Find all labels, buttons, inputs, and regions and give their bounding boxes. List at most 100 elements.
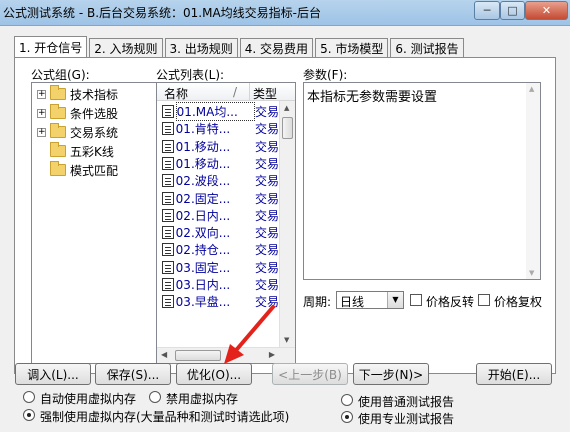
- tab-open-signal[interactable]: 1. 开仓信号: [14, 36, 88, 58]
- expand-icon[interactable]: +: [37, 108, 46, 118]
- tree-item-technical[interactable]: + 技术指标: [37, 85, 118, 103]
- formula-doc-icon: [162, 278, 174, 291]
- scroll-up-icon[interactable]: ▲: [284, 104, 289, 112]
- list-item-type: 交易: [254, 174, 279, 189]
- folder-icon: [50, 85, 66, 100]
- list-item[interactable]: 01.MA均... 交易: [157, 102, 279, 121]
- list-item[interactable]: 01.肯特... 交易: [157, 120, 279, 137]
- title-bar: 公式测试系统 - B.后台交易系统：01.MA均线交易指标-后台 ─ □ ✕: [0, 0, 570, 26]
- list-item-name: 02.波段...: [175, 174, 231, 189]
- tree-item-label: 交易系统: [70, 125, 119, 140]
- list-item-type: 交易: [254, 226, 279, 241]
- tree-item-pattern-match[interactable]: 模式匹配: [50, 161, 118, 179]
- list-item-name: 01.移动...: [175, 139, 231, 154]
- list-item-name: 02.日内...: [175, 208, 231, 223]
- list-item[interactable]: 02.双向... 交易: [157, 224, 279, 241]
- list-header: 名称 / 类型: [157, 83, 295, 101]
- chevron-down-icon[interactable]: ▼: [387, 292, 403, 308]
- list-item[interactable]: 03.早盘... 交易: [157, 293, 279, 310]
- formula-group-label: 公式组(G):: [31, 68, 90, 82]
- period-label: 周期:: [303, 295, 332, 309]
- normal-report-label: 使用普通测试报告: [358, 395, 455, 409]
- next-step-button[interactable]: 下一步(N)>: [353, 363, 429, 385]
- tab-test-report[interactable]: 6. 测试报告: [390, 38, 464, 58]
- sort-icon[interactable]: /: [233, 85, 237, 99]
- list-item-name: 01.肯特...: [175, 122, 231, 137]
- price-restore-checkbox[interactable]: [478, 294, 490, 306]
- disable-virtual-memory-radio[interactable]: [149, 391, 161, 403]
- params-text: 本指标无参数需要设置: [307, 90, 438, 105]
- pro-report-label: 使用专业测试报告: [358, 412, 455, 426]
- start-button[interactable]: 开始(E)...: [476, 363, 552, 385]
- vertical-scrollbar[interactable]: ▲ ▼: [279, 101, 295, 347]
- formula-doc-icon: [162, 122, 174, 136]
- auto-virtual-memory-radio[interactable]: [23, 391, 35, 403]
- list-item[interactable]: 03.日内... 交易: [157, 276, 279, 293]
- list-item[interactable]: 02.波段... 交易: [157, 172, 279, 189]
- tree-item-label: 条件选股: [70, 106, 119, 121]
- optimize-button[interactable]: 优化(O)...: [176, 363, 252, 385]
- list-item-type: 交易: [254, 278, 279, 292]
- dialog-body: 1. 开仓信号 2. 入场规则 3. 出场规则 4. 交易费用 5. 市场模型 …: [0, 26, 570, 432]
- scroll-down-icon[interactable]: ▼: [284, 336, 289, 344]
- prev-step-button[interactable]: <上一步(B): [272, 363, 348, 385]
- save-button[interactable]: 保存(S)...: [95, 363, 171, 385]
- list-item-name: 01.移动...: [175, 156, 231, 171]
- vertical-scroll-thumb[interactable]: [282, 117, 293, 139]
- price-reverse-checkbox[interactable]: [410, 294, 422, 306]
- scroll-up-icon[interactable]: ▲: [529, 85, 534, 93]
- tab-entry-rules[interactable]: 2. 入场规则: [89, 38, 163, 58]
- tab-market-model[interactable]: 5. 市场模型: [315, 38, 389, 58]
- scroll-right-icon[interactable]: ▶: [269, 350, 275, 359]
- params-scrollbar[interactable]: ▲ ▼: [526, 83, 540, 279]
- list-item-type: 交易: [254, 208, 279, 223]
- column-type[interactable]: 类型: [253, 85, 277, 102]
- period-select[interactable]: 日线 ▼: [336, 291, 404, 309]
- folder-open-icon: [50, 123, 66, 138]
- maximize-icon: □: [507, 4, 518, 17]
- list-item-type: 交易: [254, 122, 279, 137]
- column-name[interactable]: 名称: [164, 85, 188, 102]
- tab-exit-rules[interactable]: 3. 出场规则: [164, 38, 238, 58]
- list-item[interactable]: 02.持仓... 交易: [157, 241, 279, 258]
- formula-list-label: 公式列表(L):: [156, 68, 225, 82]
- list-item-name: 01.MA均...: [175, 102, 255, 121]
- scroll-left-icon[interactable]: ◀: [161, 350, 167, 359]
- list-item-type: 交易: [254, 139, 279, 154]
- pro-report-radio[interactable]: [341, 411, 353, 423]
- tab-strip: 1. 开仓信号 2. 入场规则 3. 出场规则 4. 交易费用 5. 市场模型 …: [14, 36, 466, 58]
- formula-group-tree[interactable]: + 技术指标 + 条件选股 + 交易系统 五彩K线 模式匹配: [31, 82, 157, 364]
- list-item[interactable]: 02.固定... 交易: [157, 190, 279, 207]
- formula-doc-icon: [162, 174, 174, 188]
- maximize-button[interactable]: □: [500, 1, 525, 20]
- tree-item-stock-select[interactable]: + 条件选股: [37, 104, 118, 122]
- expand-icon[interactable]: +: [37, 127, 46, 137]
- formula-doc-icon: [162, 295, 174, 309]
- load-button[interactable]: 调入(L)...: [15, 363, 91, 385]
- expand-icon[interactable]: +: [37, 89, 46, 99]
- folder-icon: [50, 104, 66, 119]
- force-virtual-memory-radio[interactable]: [23, 409, 35, 421]
- normal-report-radio[interactable]: [341, 394, 353, 406]
- tree-item-color-kline[interactable]: 五彩K线: [50, 142, 114, 160]
- list-item[interactable]: 02.日内... 交易: [157, 207, 279, 224]
- formula-doc-icon: [162, 139, 174, 153]
- list-item[interactable]: 03.固定... 交易: [157, 259, 279, 276]
- close-button[interactable]: ✕: [525, 1, 568, 20]
- formula-doc-icon: [162, 156, 174, 170]
- formula-doc-icon: [162, 105, 174, 118]
- tree-item-trading-system[interactable]: + 交易系统: [37, 123, 118, 141]
- horizontal-scroll-thumb[interactable]: [175, 350, 221, 361]
- minimize-button[interactable]: ─: [474, 1, 500, 20]
- formula-list[interactable]: 名称 / 类型 01.MA均... 交易 01.肯特... 交易 01.移动... 交易 0…: [156, 82, 296, 364]
- formula-doc-icon: [162, 208, 174, 222]
- tab-trading-fees[interactable]: 4. 交易费用: [239, 38, 314, 58]
- scroll-down-icon[interactable]: ▼: [529, 269, 534, 277]
- list-item[interactable]: 01.移动... 交易: [157, 155, 279, 172]
- list-item-name: 02.固定...: [175, 191, 231, 206]
- folder-icon: [50, 142, 66, 157]
- list-item-name: 03.固定...: [175, 260, 231, 275]
- list-item[interactable]: 01.移动... 交易: [157, 138, 279, 155]
- window-title: 公式测试系统 - B.后台交易系统：01.MA均线交易指标-后台: [3, 6, 321, 20]
- horizontal-scrollbar[interactable]: ◀ ▶: [157, 347, 295, 363]
